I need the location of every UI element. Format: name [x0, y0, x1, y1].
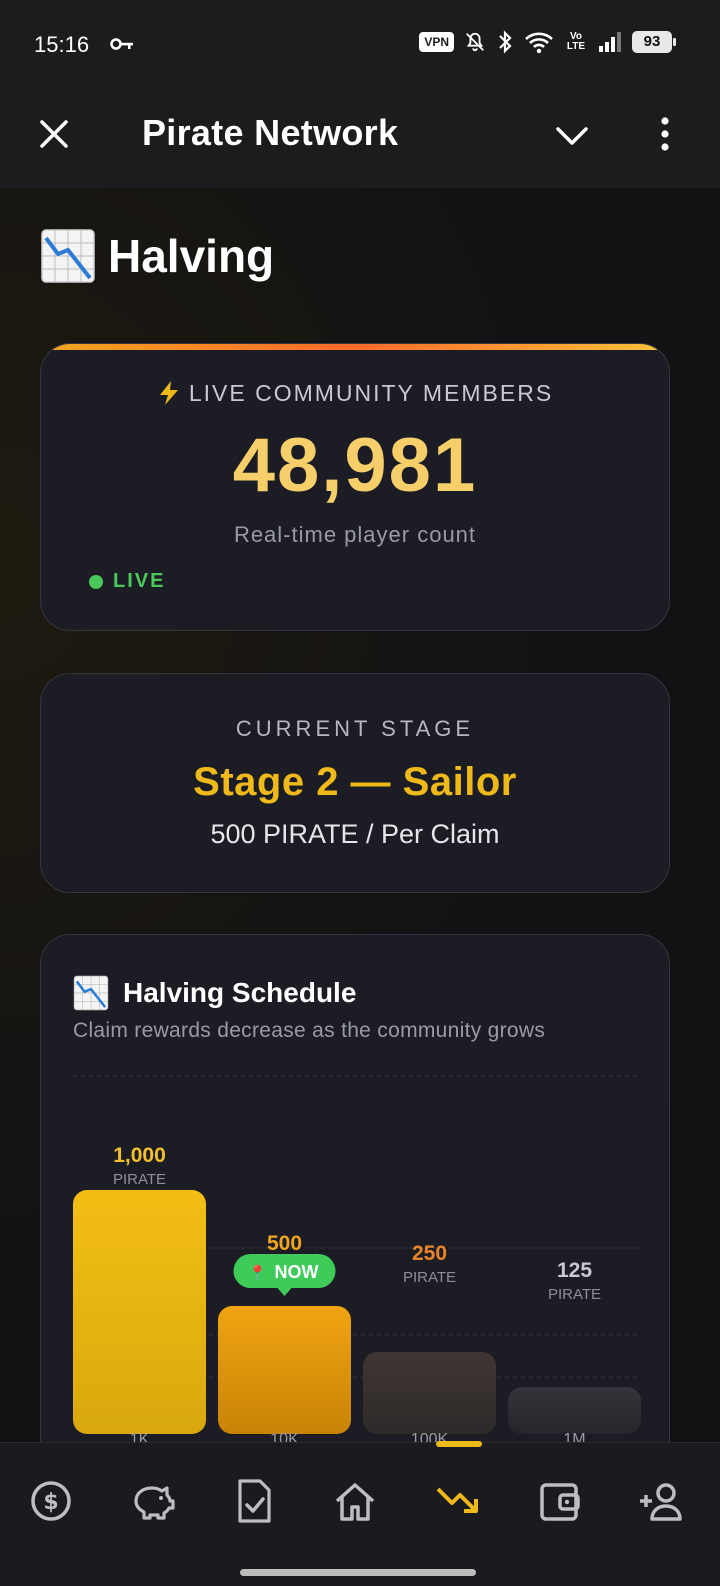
lightning-icon [159, 381, 178, 405]
status-bar: 15:16 VPN Vo LTE 93 [0, 0, 720, 90]
chevron-down-icon[interactable] [554, 124, 590, 148]
live-dot [89, 574, 103, 589]
signal-icon [599, 32, 621, 52]
current-stage-rate: 500 PIRATE / Per Claim [210, 819, 500, 849]
bar-1M [508, 1387, 641, 1434]
live-members-label-text: LIVE COMMUNITY MEMBERS [188, 380, 554, 406]
app-bar: Pirate Network [0, 90, 720, 188]
page-header: Halving [40, 228, 274, 284]
live-member-count: 48,981 [232, 423, 478, 508]
halving-schedule-card: Halving Schedule Claim rewards decrease … [40, 934, 670, 1442]
bottom-nav: $ [0, 1441, 720, 1586]
live-members-label: LIVE COMMUNITY MEMBERS [41, 380, 669, 407]
bar-100K [363, 1352, 496, 1434]
now-badge-pointer [277, 1288, 292, 1296]
mute-icon [466, 32, 484, 52]
bar-unit-label: PIRATE [548, 1286, 601, 1303]
bar-value-label: 500 [267, 1232, 302, 1255]
gesture-home-pill[interactable] [240, 1569, 476, 1576]
svg-text:$: $ [43, 1490, 58, 1515]
now-badge-label: NOW [275, 1262, 319, 1282]
live-member-subtitle: Real-time player count [233, 522, 477, 547]
current-stage-label: CURRENT STAGE [235, 716, 475, 741]
bar-1K [73, 1190, 206, 1434]
wifi-icon [525, 32, 553, 54]
bluetooth-icon [499, 30, 512, 54]
x-axis-tick-label: 10K [270, 1431, 299, 1442]
home-icon[interactable] [331, 1477, 379, 1525]
battery-icon: 93 [632, 31, 676, 53]
trending-down-icon[interactable] [434, 1477, 482, 1525]
wallet-icon[interactable] [536, 1477, 584, 1525]
bar-unit-label: PIRATE [403, 1269, 456, 1286]
current-stage-name: Stage 2 — Sailor [193, 760, 517, 804]
vpn-icon: VPN [419, 32, 454, 52]
more-vert-icon[interactable] [656, 116, 674, 152]
add-user-icon[interactable] [638, 1477, 686, 1525]
status-icons: VPN Vo LTE 93 [419, 30, 676, 54]
live-status-text: LIVE [113, 570, 166, 592]
bar-value-label: 125 [557, 1259, 592, 1282]
dollar-icon[interactable]: $ [27, 1477, 75, 1525]
card-accent-line [41, 344, 669, 350]
close-icon[interactable] [36, 116, 72, 152]
bar-value-label: 1,000 [113, 1144, 166, 1167]
x-axis-tick-label: 1M [563, 1431, 585, 1442]
content: Halving LIVE COMMUNITY MEMBERS 48,981 Re… [0, 188, 720, 1442]
live-members-card: LIVE COMMUNITY MEMBERS 48,981 Real-time … [40, 343, 670, 631]
app-title: Pirate Network [142, 112, 399, 153]
task-icon[interactable] [230, 1477, 278, 1525]
nav-active-indicator [436, 1441, 482, 1447]
live-status-badge: LIVE [89, 570, 165, 593]
lte-icon: Vo LTE [566, 31, 586, 52]
halving-chart: 1,000PIRATE1K50010K📍 NOW250PIRATE100K125P… [73, 1075, 641, 1442]
page-title: Halving [108, 230, 275, 282]
key-icon [110, 38, 133, 50]
bar-10K [218, 1306, 351, 1434]
piggy-bank-icon[interactable] [128, 1477, 176, 1525]
bar-unit-label: PIRATE [113, 1171, 166, 1188]
chart-decreasing-icon [41, 229, 95, 283]
current-stage-card: CURRENT STAGE Stage 2 — Sailor 500 PIRAT… [40, 673, 670, 893]
bar-value-label: 250 [412, 1242, 447, 1265]
status-time: 15:16 [34, 32, 90, 57]
pin-icon: 📍 [248, 1264, 267, 1282]
x-axis-tick-label: 1K [130, 1431, 150, 1442]
